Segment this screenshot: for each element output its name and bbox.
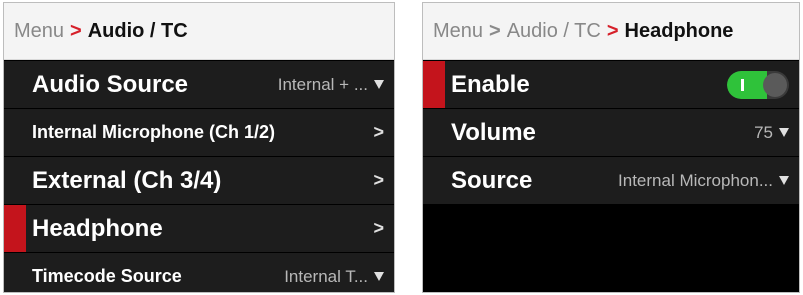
- dropdown-value: Internal Microphon...: [618, 170, 773, 190]
- dropdown-value: Internal T...: [284, 266, 368, 286]
- enable-toggle[interactable]: [727, 70, 789, 99]
- toggle-knob: [763, 72, 787, 97]
- menu-item-label: Internal Microphone (Ch 1/2): [32, 122, 276, 142]
- audio-tc-menu-panel: Menu > Audio / TC Audio Source Internal …: [3, 2, 395, 293]
- breadcrumb: Menu > Audio / TC: [4, 3, 394, 60]
- menu-item-label: External (Ch 3/4): [32, 166, 222, 194]
- breadcrumb-current: Headphone: [624, 19, 734, 42]
- menu-item-audio-source[interactable]: Audio Source Internal + ...: [4, 61, 394, 108]
- menu-item-source[interactable]: Source Internal Microphon...: [423, 157, 799, 204]
- menu-item-label: Audio Source: [32, 70, 189, 98]
- breadcrumb: Menu > Audio / TC > Headphone: [423, 3, 799, 60]
- menu-item-enable[interactable]: Enable: [423, 61, 799, 108]
- menu-item-label: Source: [451, 166, 533, 194]
- menu-item-label: Volume: [451, 118, 536, 146]
- chevron-right-icon: >: [373, 218, 384, 238]
- volume-value: 75: [754, 123, 789, 143]
- menu-item-headphone[interactable]: Headphone >: [4, 205, 394, 252]
- breadcrumb-chevron-icon: >: [606, 19, 619, 42]
- breadcrumb-current: Audio / TC: [87, 19, 188, 42]
- dropdown-value: 75: [754, 122, 773, 142]
- breadcrumb-parent-link[interactable]: Audio / TC: [507, 20, 601, 43]
- dropdown-arrow-icon: [374, 272, 384, 281]
- dropdown-arrow-icon: [374, 80, 384, 89]
- dropdown-value: Internal + ...: [277, 74, 368, 94]
- breadcrumb-chevron-icon: >: [489, 19, 501, 42]
- menu-item-external[interactable]: External (Ch 3/4) >: [4, 157, 394, 204]
- breadcrumb-chevron-icon: >: [70, 19, 82, 42]
- toggle-on-indicator-icon: [741, 78, 744, 91]
- menu-item-label: Headphone: [32, 214, 163, 242]
- menu-item-label: Timecode Source: [32, 266, 182, 286]
- menu-item-timecode-source[interactable]: Timecode Source Internal T...: [4, 253, 394, 292]
- timecode-source-value: Internal T...: [284, 267, 384, 287]
- breadcrumb-menu-link[interactable]: Menu: [14, 20, 64, 43]
- toggle-on-fill: [727, 70, 767, 99]
- dropdown-arrow-icon: [779, 128, 789, 137]
- chevron-right-icon: >: [373, 122, 384, 142]
- headphone-menu-panel: Menu > Audio / TC > Headphone Enable Vol…: [422, 2, 800, 293]
- menu-item-label: Enable: [451, 70, 530, 98]
- audio-source-value: Internal + ...: [278, 75, 384, 95]
- chevron-right-icon: >: [373, 170, 384, 190]
- source-value: Internal Microphon...: [618, 171, 789, 191]
- menu-item-internal-microphone[interactable]: Internal Microphone (Ch 1/2) >: [4, 109, 394, 156]
- dropdown-arrow-icon: [779, 176, 789, 185]
- menu-item-volume[interactable]: Volume 75: [423, 109, 799, 156]
- breadcrumb-menu-link[interactable]: Menu: [433, 20, 483, 43]
